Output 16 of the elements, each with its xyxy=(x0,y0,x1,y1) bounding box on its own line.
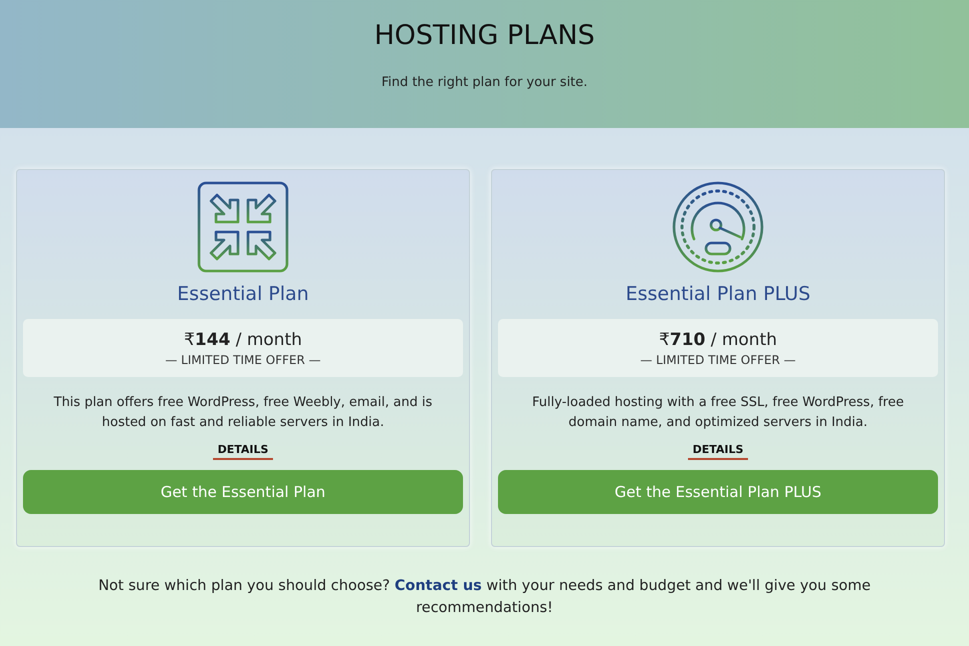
page-subtitle: Find the right plan for your site. xyxy=(381,75,588,90)
details-link[interactable]: DETAILS xyxy=(212,443,274,460)
plan-description: Fully-loaded hosting with a free SSL, free WordPress, free domain name, and optimized servers in India. xyxy=(531,394,905,432)
plan-price: ₹710 / month xyxy=(658,330,778,350)
plan-name: Essential Plan PLUS xyxy=(626,283,810,305)
page-title: HOSTING PLANS xyxy=(374,20,595,51)
contact-note: Not sure which plan you should choose? Contact us with your needs and budget and we'll give you some recommendations! xyxy=(97,577,872,618)
plan-price: ₹144 / month xyxy=(184,330,302,350)
plan-name: Essential Plan xyxy=(177,283,309,305)
details-link[interactable]: DETAILS xyxy=(688,443,748,460)
speedometer-icon xyxy=(672,181,764,273)
offer-label: — LIMITED TIME OFFER — xyxy=(640,352,796,366)
contact-link[interactable]: Contact us xyxy=(394,578,482,594)
inward-arrows-icon xyxy=(197,181,289,273)
offer-label: — LIMITED TIME OFFER — xyxy=(165,352,321,366)
plan-description: This plan offers free WordPress, free Weebly, email, and is hosted on fast and reliable servers in India. xyxy=(52,394,434,432)
